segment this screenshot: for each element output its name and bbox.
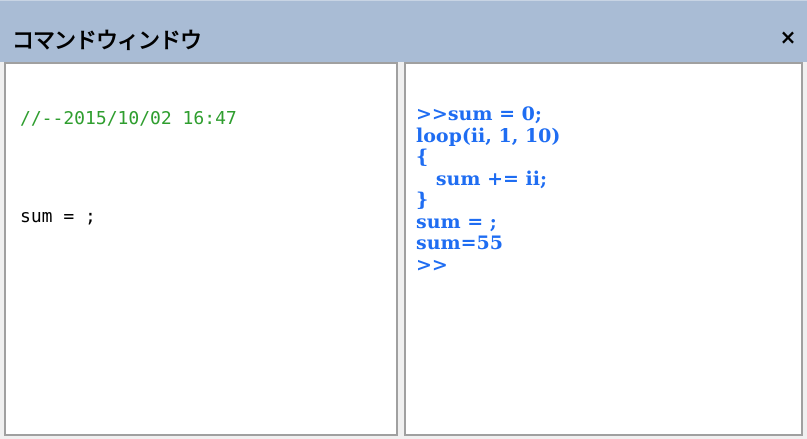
console-output-pane[interactable]: >>sum = 0; loop(ii, 1, 10) { sum += ii; … [404, 62, 803, 436]
console-line: loop(ii, 1, 10) [416, 124, 561, 147]
console-line: sum=55 [416, 232, 503, 254]
console-text: >>sum = 0; loop(ii, 1, 10) { sum += ii; … [416, 103, 561, 277]
script-code-line: sum = ; [20, 206, 96, 227]
close-icon[interactable]: × [778, 27, 798, 47]
command-window: コマンドウィンドウ × //--2015/10/02 16:47 sum = ;… [0, 0, 807, 439]
title-bar[interactable]: コマンドウィンドウ × [0, 0, 807, 62]
console-prompt[interactable]: >> [416, 254, 560, 277]
window-title: コマンドウィンドウ [12, 29, 202, 54]
console-line: { [416, 146, 429, 168]
script-editor-pane[interactable]: //--2015/10/02 16:47 sum = ; [4, 62, 398, 436]
console-line: sum += ii; [416, 167, 547, 190]
console-line: } [416, 189, 429, 211]
timestamp-comment: //--2015/10/02 16:47 [20, 108, 237, 129]
console-line: sum = ; [416, 210, 497, 233]
console-line: >>sum = 0; [416, 103, 542, 125]
